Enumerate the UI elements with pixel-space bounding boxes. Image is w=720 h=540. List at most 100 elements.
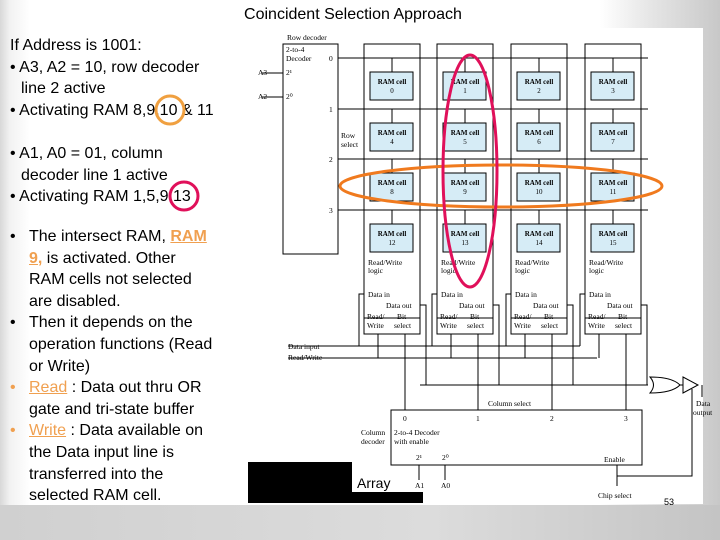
row-select-label: Row	[341, 131, 356, 140]
row-line-number: 1	[329, 105, 333, 114]
ram-cell-9	[442, 172, 487, 202]
a0-label: A0	[441, 481, 450, 490]
ram-cell-label: RAM cell	[378, 78, 407, 86]
rw-logic-label: logic	[515, 266, 531, 275]
ram-cell-label: RAM cell	[378, 129, 407, 137]
row-select-label: select	[341, 140, 359, 149]
ram-cell-number: 10	[536, 188, 544, 196]
ram-cell-label: RAM cell	[599, 179, 628, 187]
decoder-type: 2-to-4	[286, 45, 305, 54]
decoder-type: Decoder	[286, 54, 312, 63]
ram-cell-label: RAM cell	[525, 78, 554, 86]
data-in-label: Data in	[368, 290, 390, 299]
redaction-block	[352, 492, 423, 503]
ram-cell-12	[369, 223, 414, 253]
input-label: 2¹	[286, 68, 292, 77]
ram-cell-number: 12	[389, 239, 397, 247]
data-out-label: Data out	[533, 301, 560, 310]
rw-logic-label: logic	[368, 266, 384, 275]
ram-cell-number: 14	[536, 239, 544, 247]
ram-cell-label: RAM cell	[525, 129, 554, 137]
read-write-pin-label: Write	[514, 321, 531, 330]
ram-cell-label: RAM cell	[525, 179, 554, 187]
diagram-caption: Array	[357, 475, 390, 491]
column-select-label: Column select	[488, 399, 532, 408]
ram-cell-0	[369, 71, 414, 101]
data-input-label: Data input	[288, 342, 320, 351]
bit-select-label: select	[467, 321, 485, 330]
page-number: 53	[664, 497, 674, 507]
column-decoder-label: decoder	[361, 437, 385, 446]
data-output-label: output	[693, 408, 713, 417]
ram-cell-number: 2	[537, 87, 541, 95]
column-decoder-label: Column	[361, 428, 385, 437]
redaction-block	[248, 462, 352, 503]
ram-cell-label: RAM cell	[451, 129, 480, 137]
ram-cell-label: RAM cell	[525, 230, 554, 238]
bit-select-label: Bit	[618, 312, 628, 321]
ram-cell-number: 7	[611, 138, 615, 146]
ram-cell-6	[516, 122, 561, 152]
ram-array-diagram: 0123Read/WritelogicData inData outRead/W…	[154, 28, 713, 507]
data-output-label: Data	[696, 399, 711, 408]
a1-label: A1	[415, 481, 424, 490]
column-decoder-type: 2-to-4 Decoder	[394, 428, 440, 437]
input-label: 2¹	[416, 453, 422, 462]
data-out-label: Data out	[607, 301, 634, 310]
ram-cell-label: RAM cell	[451, 230, 480, 238]
ram-cell-number: 1	[463, 87, 467, 95]
data-out-label: Data out	[386, 301, 413, 310]
ram-cell-label: RAM cell	[599, 78, 628, 86]
data-in-label: Data in	[589, 290, 611, 299]
ram-cell-15	[590, 223, 635, 253]
ram9-circle-row	[154, 94, 186, 126]
bit-select-label: Bit	[544, 312, 554, 321]
ram9-circle-column	[168, 180, 200, 212]
ram-cell-number: 0	[390, 87, 394, 95]
bit-select-label: select	[615, 321, 633, 330]
ram-cell-number: 11	[610, 188, 617, 196]
input-label: 2⁰	[442, 453, 449, 462]
bit-select-label: Bit	[397, 312, 407, 321]
a3-label: A3	[258, 68, 267, 77]
read-write-pin-label: Write	[588, 321, 605, 330]
column-line-number: 0	[403, 414, 407, 423]
row-line-number: 0	[329, 54, 333, 63]
ram-cell-number: 8	[390, 188, 394, 196]
read-write-pin-label: Read/	[588, 312, 606, 321]
ram-cell-number: 15	[610, 239, 618, 247]
read-write-label: Read/Write	[288, 353, 323, 362]
data-in-label: Data in	[515, 290, 537, 299]
read-write-pin-label: Read/	[440, 312, 458, 321]
row-line-number: 2	[329, 155, 333, 164]
row-decoder-label: Row decoder	[287, 33, 327, 42]
read-write-pin-label: Write	[440, 321, 457, 330]
ram-cell-10	[516, 172, 561, 202]
ram-cell-number: 9	[463, 188, 467, 196]
bit-select-label: select	[541, 321, 559, 330]
column-line-number: 1	[476, 414, 480, 423]
column-decoder-type: with enable	[394, 437, 429, 446]
ram-cell-14	[516, 223, 561, 253]
ram-cell-number: 5	[463, 138, 467, 146]
read-write-pin-label: Write	[367, 321, 384, 330]
ram-cell-2	[516, 71, 561, 101]
row-line-number: 3	[329, 206, 333, 215]
data-in-label: Data in	[441, 290, 463, 299]
ram-cell-label: RAM cell	[599, 230, 628, 238]
ram-cell-4	[369, 122, 414, 152]
ram-cell-7	[590, 122, 635, 152]
read-write-pin-label: Read/	[514, 312, 532, 321]
ram-cell-11	[590, 172, 635, 202]
a2-label: A2	[258, 92, 267, 101]
ram-cell-number: 4	[390, 138, 394, 146]
ram-cell-label: RAM cell	[599, 129, 628, 137]
column-line-number: 2	[550, 414, 554, 423]
data-out-label: Data out	[459, 301, 486, 310]
ram-cell-number: 3	[611, 87, 615, 95]
read-write-pin-label: Read/	[367, 312, 385, 321]
ram-cell-3	[590, 71, 635, 101]
ram-cell-5	[442, 122, 487, 152]
input-label: 2⁰	[286, 92, 293, 101]
ram-cell-label: RAM cell	[378, 179, 407, 187]
